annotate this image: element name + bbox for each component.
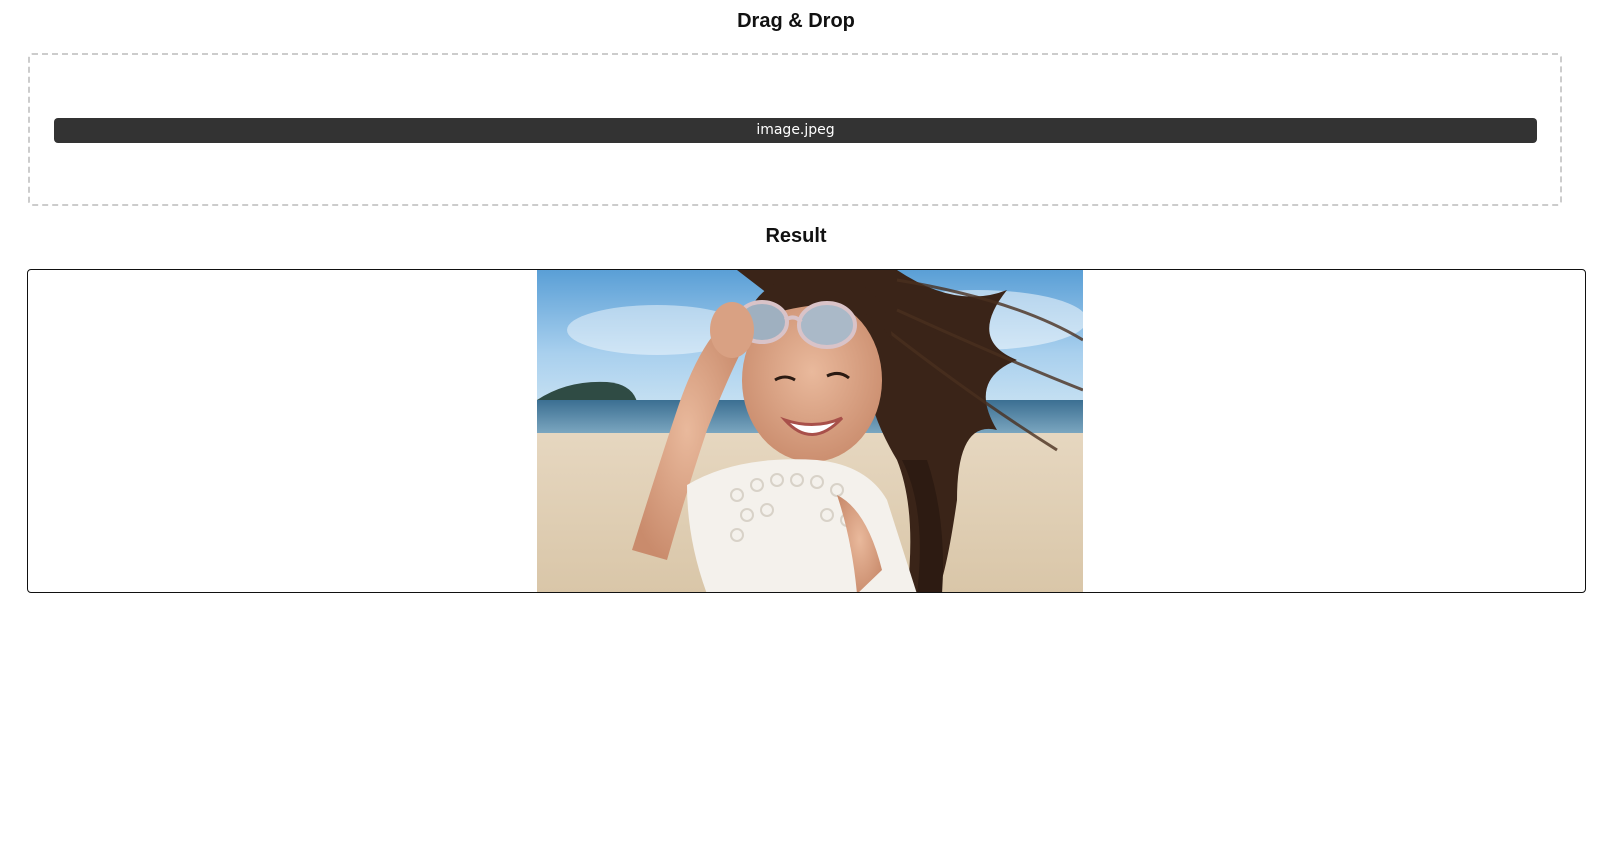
file-name-bar[interactable]: image.jpeg bbox=[54, 118, 1537, 143]
result-container bbox=[27, 269, 1586, 593]
drag-drop-title: Drag & Drop bbox=[737, 10, 855, 32]
page: Drag & Drop image.jpeg Result bbox=[0, 0, 1607, 841]
result-image bbox=[537, 270, 1083, 592]
result-title: Result bbox=[765, 225, 827, 247]
